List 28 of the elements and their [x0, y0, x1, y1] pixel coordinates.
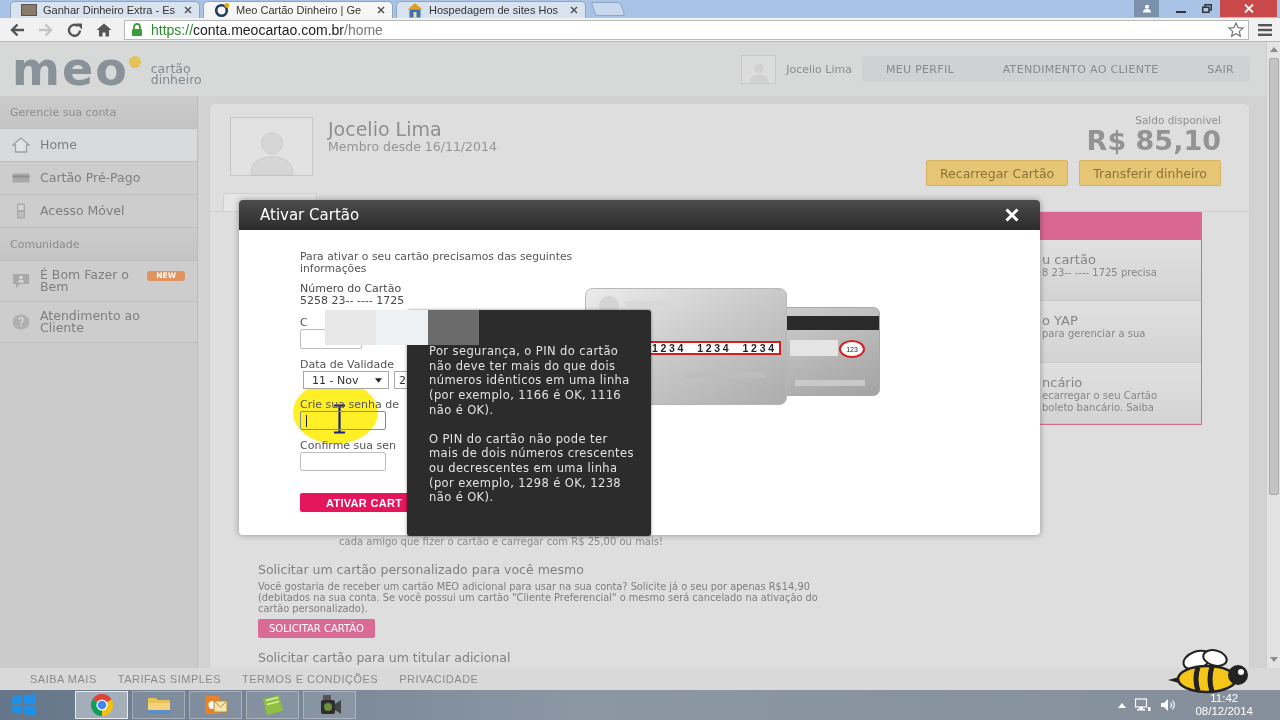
offer-text: ecarregar o seu Cartão	[1042, 389, 1159, 402]
offer-text: 8 23-- ---- 1725 precisa	[1042, 267, 1158, 279]
card-number: 5258 23-- ---- 1725	[300, 295, 405, 307]
logo-tagline: cartão dinheiro	[150, 63, 202, 85]
field-label: C	[300, 317, 308, 329]
section-heading: Solicitar cartão para um titular adicional	[258, 651, 512, 665]
logo-wordmark: meo	[12, 46, 129, 92]
section-heading: Solicitar um cartão personalizado para você mesmo	[258, 563, 585, 577]
field-label: Data de Validade	[300, 359, 394, 371]
field-label: Confirme sua sen	[300, 440, 397, 452]
referral-note: cada amigo que fizer o cartão e carregar com R$ 25,00 ou mais!	[339, 536, 664, 548]
tooltip-text: Por segurança, o PIN do cartão não deve ter mais do que dois números idênticos em uma linha (por exemplo, 1166 é OK, 1116 não é OK).	[429, 344, 631, 418]
dialog-title: Ativar Cartão	[260, 206, 360, 224]
profile-name: Jocelio Lima	[328, 118, 443, 140]
dialog-intro: Para ativar o seu cartão precisamos das seguintes informações	[300, 251, 574, 274]
offer-title: o YAP	[1042, 313, 1079, 329]
field-label: Número do Cartão	[300, 283, 402, 295]
section-text: Você gostaria de receber um cartão MEO adicional para usar na sua conta? Solicite já o seu por apenas R$14,90 (debitados na sua conta. Se você possui um cartão "Cliente Preferencial" o mesmo será cancelado na ativação do cartão personalizado).	[258, 581, 819, 614]
user-name: Jocelio Lima	[786, 62, 852, 76]
offer-title: ncário	[1042, 374, 1084, 390]
card-number-sample: 1234 1234 1234	[652, 342, 774, 354]
offer-title: u cartão	[1042, 252, 1097, 267]
balance-amount: R$ 85,10	[1085, 126, 1221, 156]
member-since: Membro desde 16/11/2014	[328, 140, 497, 154]
url-text: https://conta.meocartao.com.br/home	[151, 21, 383, 38]
offer-text: para gerenciar a sua	[1042, 328, 1147, 341]
balance-label: Saldo disponivel	[1134, 114, 1221, 126]
offer-text: boleto bancário. Saiba	[1042, 401, 1155, 414]
